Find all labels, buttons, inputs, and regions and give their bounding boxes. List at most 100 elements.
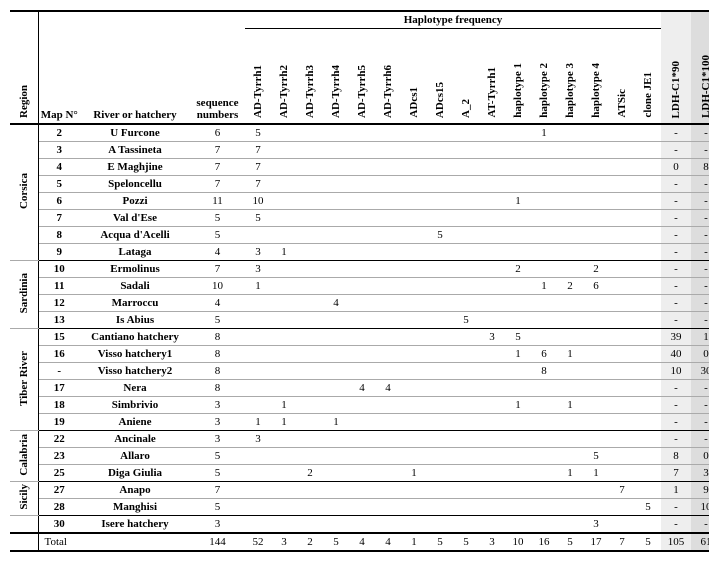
- header-hap-col: A_2: [460, 99, 472, 118]
- table-header: Region Map N° River or hatchery sequence…: [10, 11, 709, 124]
- cell-value: 4: [323, 295, 349, 312]
- cell-value: [557, 448, 583, 465]
- cell-value: 10: [691, 499, 709, 516]
- cell-value: 0: [691, 346, 709, 363]
- cell-value: -: [691, 193, 709, 210]
- cell-value: [635, 397, 661, 414]
- cell-value: 7: [245, 142, 271, 159]
- table-row: 18Simbrivio3111--: [10, 397, 709, 414]
- cell-value: [609, 448, 635, 465]
- cell-value: [427, 363, 453, 380]
- cell-value: [583, 499, 609, 516]
- table-row: Calabria22Ancinale33--: [10, 431, 709, 448]
- cell-name: Val d'Ese: [80, 210, 190, 227]
- cell-seq: 7: [190, 159, 245, 176]
- cell-value: [297, 142, 323, 159]
- cell-value: 3: [245, 431, 271, 448]
- header-hap-col: ATSic: [616, 89, 628, 118]
- cell-value: [609, 278, 635, 295]
- cell-value: [531, 244, 557, 261]
- cell-mapno: 27: [38, 482, 80, 499]
- cell-seq: 5: [190, 499, 245, 516]
- cell-value: [583, 329, 609, 346]
- cell-value: [531, 482, 557, 499]
- cell-mapno: 7: [38, 210, 80, 227]
- table-row: 6Pozzi11101--: [10, 193, 709, 210]
- cell-value: [609, 210, 635, 227]
- table-row: 7Val d'Ese55--: [10, 210, 709, 227]
- cell-value: [297, 499, 323, 516]
- cell-value: [505, 142, 531, 159]
- cell-value: [531, 465, 557, 482]
- cell-name: Diga Giulia: [80, 465, 190, 482]
- header-river: River or hatchery: [93, 109, 176, 121]
- cell-value: -: [661, 397, 691, 414]
- region-label: [10, 516, 38, 534]
- cell-value: [427, 142, 453, 159]
- cell-value: [323, 261, 349, 278]
- cell-value: [505, 210, 531, 227]
- cell-value: 105: [661, 533, 691, 551]
- cell-value: [427, 346, 453, 363]
- cell-value: 3: [479, 533, 505, 551]
- cell-value: [245, 448, 271, 465]
- cell-seq: 7: [190, 142, 245, 159]
- cell-mapno: 30: [38, 516, 80, 534]
- cell-value: [349, 176, 375, 193]
- cell-value: [479, 193, 505, 210]
- cell-name: Cantiano hatchery: [80, 329, 190, 346]
- cell-value: [583, 397, 609, 414]
- cell-value: [557, 363, 583, 380]
- cell-value: 5: [583, 448, 609, 465]
- cell-value: 1: [691, 329, 709, 346]
- cell-value: [349, 159, 375, 176]
- cell-value: [583, 363, 609, 380]
- cell-mapno: 6: [38, 193, 80, 210]
- cell-value: 0: [661, 159, 691, 176]
- cell-value: 2: [583, 261, 609, 278]
- cell-value: [531, 312, 557, 329]
- cell-value: [609, 380, 635, 397]
- cell-value: [375, 448, 401, 465]
- cell-value: [479, 414, 505, 431]
- cell-value: [401, 482, 427, 499]
- cell-value: 5: [635, 533, 661, 551]
- cell-value: [271, 295, 297, 312]
- cell-name: Sadali: [80, 278, 190, 295]
- cell-value: [531, 329, 557, 346]
- cell-value: [609, 124, 635, 142]
- cell-name: Visso hatchery1: [80, 346, 190, 363]
- cell-value: [297, 380, 323, 397]
- cell-value: [479, 278, 505, 295]
- cell-mapno: 3: [38, 142, 80, 159]
- cell-value: 10: [661, 363, 691, 380]
- cell-value: [297, 176, 323, 193]
- cell-value: [245, 397, 271, 414]
- cell-value: 2: [557, 278, 583, 295]
- cell-value: [583, 159, 609, 176]
- total-seq: 144: [190, 533, 245, 551]
- cell-value: 5: [453, 312, 479, 329]
- cell-value: [401, 261, 427, 278]
- cell-seq: 7: [190, 176, 245, 193]
- cell-value: [401, 329, 427, 346]
- cell-seq: 3: [190, 414, 245, 431]
- cell-value: 1: [583, 465, 609, 482]
- cell-seq: 8: [190, 329, 245, 346]
- cell-value: [635, 482, 661, 499]
- cell-value: [609, 261, 635, 278]
- cell-value: 7: [245, 176, 271, 193]
- cell-seq: 8: [190, 380, 245, 397]
- cell-value: [479, 159, 505, 176]
- cell-value: 3: [691, 465, 709, 482]
- cell-value: [609, 397, 635, 414]
- cell-value: 1: [557, 397, 583, 414]
- cell-value: [609, 142, 635, 159]
- cell-value: -: [691, 227, 709, 244]
- header-mapno: Map N°: [41, 109, 78, 121]
- cell-value: [583, 142, 609, 159]
- table-row: Corsica2U Furcone651--: [10, 124, 709, 142]
- cell-value: 5: [453, 533, 479, 551]
- cell-value: [427, 210, 453, 227]
- cell-value: [427, 312, 453, 329]
